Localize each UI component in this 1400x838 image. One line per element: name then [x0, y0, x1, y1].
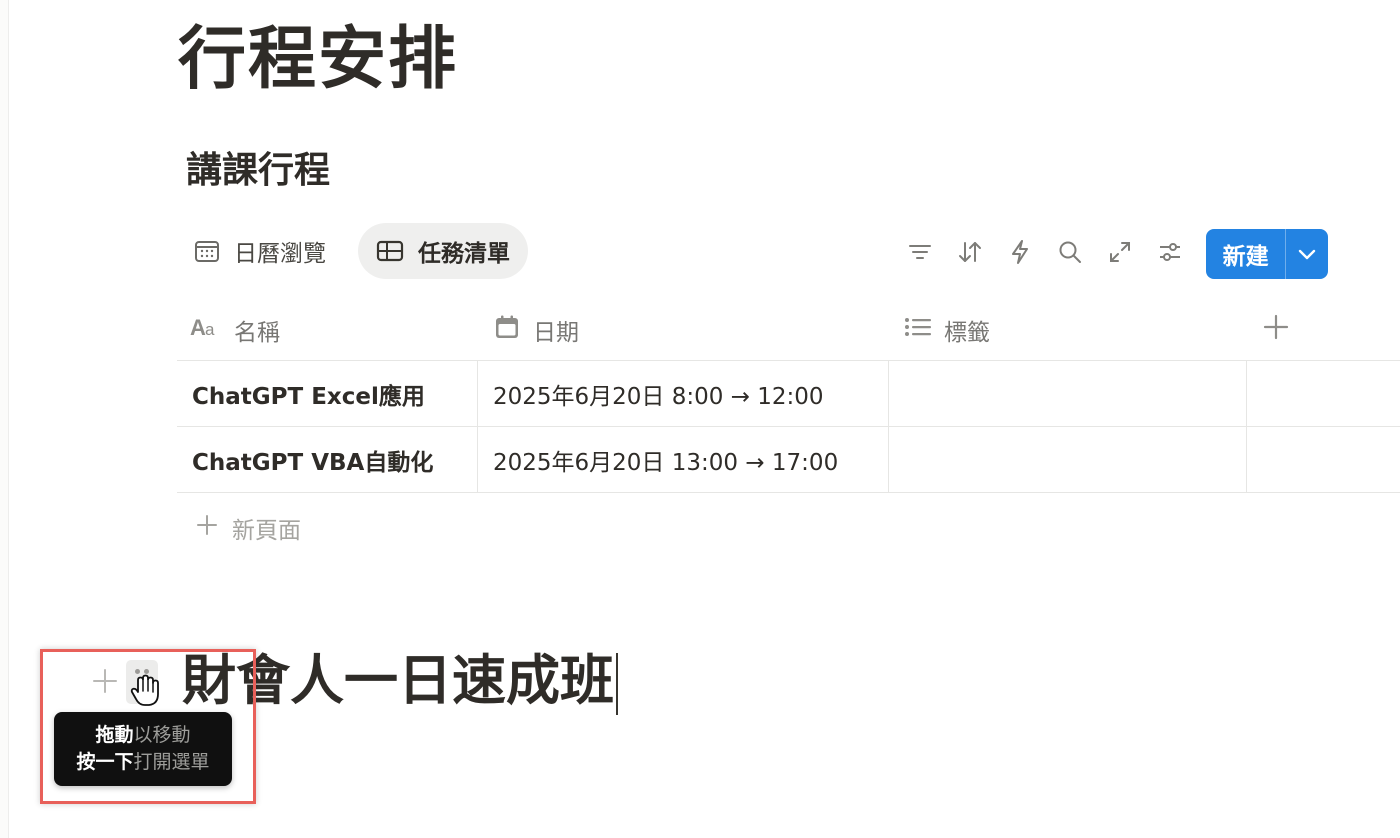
settings-icon[interactable] — [1155, 237, 1185, 267]
column-header-label: 標籤 — [944, 320, 990, 346]
sidebar-edge — [0, 0, 9, 838]
list-icon — [904, 315, 932, 345]
column-header-tags[interactable]: 標籤 — [904, 303, 990, 357]
column-divider — [888, 361, 889, 492]
calendar-icon — [493, 313, 521, 347]
column-divider — [477, 361, 478, 492]
annotation-highlight-box — [40, 649, 256, 804]
cell-name[interactable]: ChatGPT VBA自動化 — [192, 428, 433, 492]
new-page-label: 新頁面 — [232, 518, 301, 544]
tab-task-list[interactable]: 任務清單 — [358, 223, 528, 279]
filter-icon[interactable] — [905, 237, 935, 267]
column-divider — [1246, 361, 1247, 492]
add-property-button[interactable] — [1262, 303, 1290, 357]
column-header-name[interactable]: Aa 名稱 — [190, 303, 280, 357]
search-icon[interactable] — [1055, 237, 1085, 267]
svg-text:A: A — [190, 315, 206, 339]
text-caret — [616, 653, 618, 716]
column-header-label: 日期 — [533, 320, 579, 346]
sort-icon[interactable] — [955, 237, 985, 267]
calendar-icon — [194, 238, 220, 264]
cell-tags[interactable] — [890, 362, 1246, 426]
column-header-label: 名稱 — [234, 320, 280, 346]
new-button-label[interactable]: 新建 — [1206, 229, 1285, 279]
table-icon — [376, 239, 404, 263]
chevron-down-icon[interactable] — [1285, 229, 1328, 279]
tab-task-list-label: 任務清單 — [418, 241, 510, 267]
tab-calendar-view[interactable]: 日曆瀏覽 — [176, 223, 344, 279]
cell-name[interactable]: ChatGPT Excel應用 — [192, 362, 425, 426]
plus-icon — [196, 514, 218, 542]
svg-text:a: a — [205, 320, 215, 339]
cell-date[interactable]: 2025年6月20日 13:00 → 17:00 — [493, 428, 838, 492]
column-header-date[interactable]: 日期 — [493, 303, 579, 357]
cell-tags[interactable] — [890, 428, 1246, 492]
new-page-button[interactable]: 新頁面 — [196, 508, 301, 548]
expand-icon[interactable] — [1105, 237, 1135, 267]
tab-calendar-label: 日曆瀏覽 — [234, 241, 326, 267]
table-divider — [177, 360, 1400, 361]
table-divider — [177, 492, 1400, 493]
page-title[interactable]: 行程安排 — [178, 16, 458, 104]
text-type-icon: Aa — [190, 315, 222, 345]
database-title[interactable]: 講課行程 — [186, 148, 330, 195]
new-button[interactable]: 新建 — [1206, 229, 1328, 279]
cell-date[interactable]: 2025年6月20日 8:00 → 12:00 — [493, 362, 824, 426]
automation-icon[interactable] — [1005, 237, 1035, 267]
table-divider — [177, 426, 1400, 427]
plus-icon — [1262, 313, 1290, 347]
